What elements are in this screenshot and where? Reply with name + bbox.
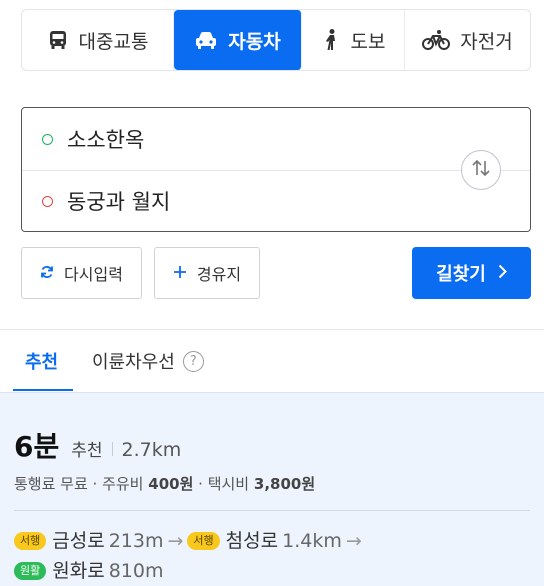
travel-distance: 2.7km [121,439,182,461]
end-field[interactable]: 동궁과 월지 [22,170,452,232]
tab-car[interactable]: 자동차 [174,10,302,70]
active-tab-indicator [13,389,73,391]
bicycle-icon [422,29,451,51]
add-waypoint-label: 경유지 [196,265,242,284]
tab-bicycle-label: 자전거 [460,30,513,53]
route-result-card[interactable]: 6분 추천 2.7km 통행료 무료 · 주유비 400원 · 택시비 3,80… [0,392,544,586]
taxi-prefix: · 택시비 [193,475,250,493]
road-name: 금성로 [52,530,105,552]
road-length: 1.4km [282,530,342,552]
tab-walk-label: 도보 [350,30,386,53]
traffic-badge: 서행 [187,532,220,550]
tab-transit[interactable]: 대중교통 [22,10,174,70]
road-line: 원활 원화로 810m [14,556,366,586]
start-point-icon [42,133,53,145]
reset-button[interactable]: 다시입력 [21,247,142,299]
find-route-button[interactable]: 길찾기 [412,247,531,299]
road-list: 서행 금성로 213m → 서행 첨성로 1.4km → 원활 원화로 810m [14,526,366,586]
travel-time: 6분 [14,430,60,463]
tab-walk[interactable]: 도보 [302,10,405,70]
tab-bicycle[interactable]: 자전거 [405,10,530,70]
start-field-value: 소소한옥 [67,128,145,152]
refresh-icon [40,264,54,283]
road-line: 서행 금성로 213m → 서행 첨성로 1.4km → [14,526,366,556]
traffic-badge: 원활 [14,562,47,580]
tab-car-label: 자동차 [228,30,281,53]
taxi-fare: 3,800원 [253,475,316,493]
road-length: 213m [108,530,164,552]
help-icon[interactable]: ? [182,350,204,372]
arrow-right-icon: → [167,530,184,552]
tab-recommend[interactable]: 추천 [25,348,58,374]
end-field-value: 동궁과 월지 [67,190,171,214]
cost-summary: 통행료 무료 · 주유비 400원 · 택시비 3,800원 [14,473,315,494]
car-icon [194,29,218,51]
result-tag: 추천 [71,441,103,461]
tab-motorcycle-priority-label: 이륜차우선 [92,352,175,373]
tab-transit-label: 대중교통 [78,30,149,53]
plus-icon [173,264,187,283]
road-length: 810m [108,560,164,582]
road-name: 원화로 [52,560,105,582]
bus-icon [47,29,69,51]
section-divider [0,329,544,330]
start-field[interactable]: 소소한옥 [22,108,452,170]
traffic-badge: 서행 [14,532,47,550]
end-point-icon [42,195,53,207]
add-waypoint-button[interactable]: 경유지 [154,247,260,299]
swap-icon [470,157,492,183]
summary-divider [111,442,113,456]
fuel-cost: 400원 [148,475,194,493]
tab-motorcycle-priority[interactable]: 이륜차우선 ? [92,348,204,374]
route-input-box: 소소한옥 동궁과 월지 [21,107,531,232]
result-summary: 6분 추천 2.7km [14,425,181,465]
result-divider [14,510,530,511]
walk-icon [321,28,341,52]
find-route-label: 길찾기 [436,264,486,285]
arrow-right-icon: → [345,530,362,552]
swap-button[interactable] [461,150,501,190]
cost-prefix: 통행료 무료 · 주유비 [14,475,144,493]
reset-button-label: 다시입력 [64,265,123,284]
chevron-right-icon [498,263,507,284]
transport-mode-tabs: 대중교통 자동차 도보 자전거 [21,9,531,71]
road-name: 첨성로 [225,530,279,552]
